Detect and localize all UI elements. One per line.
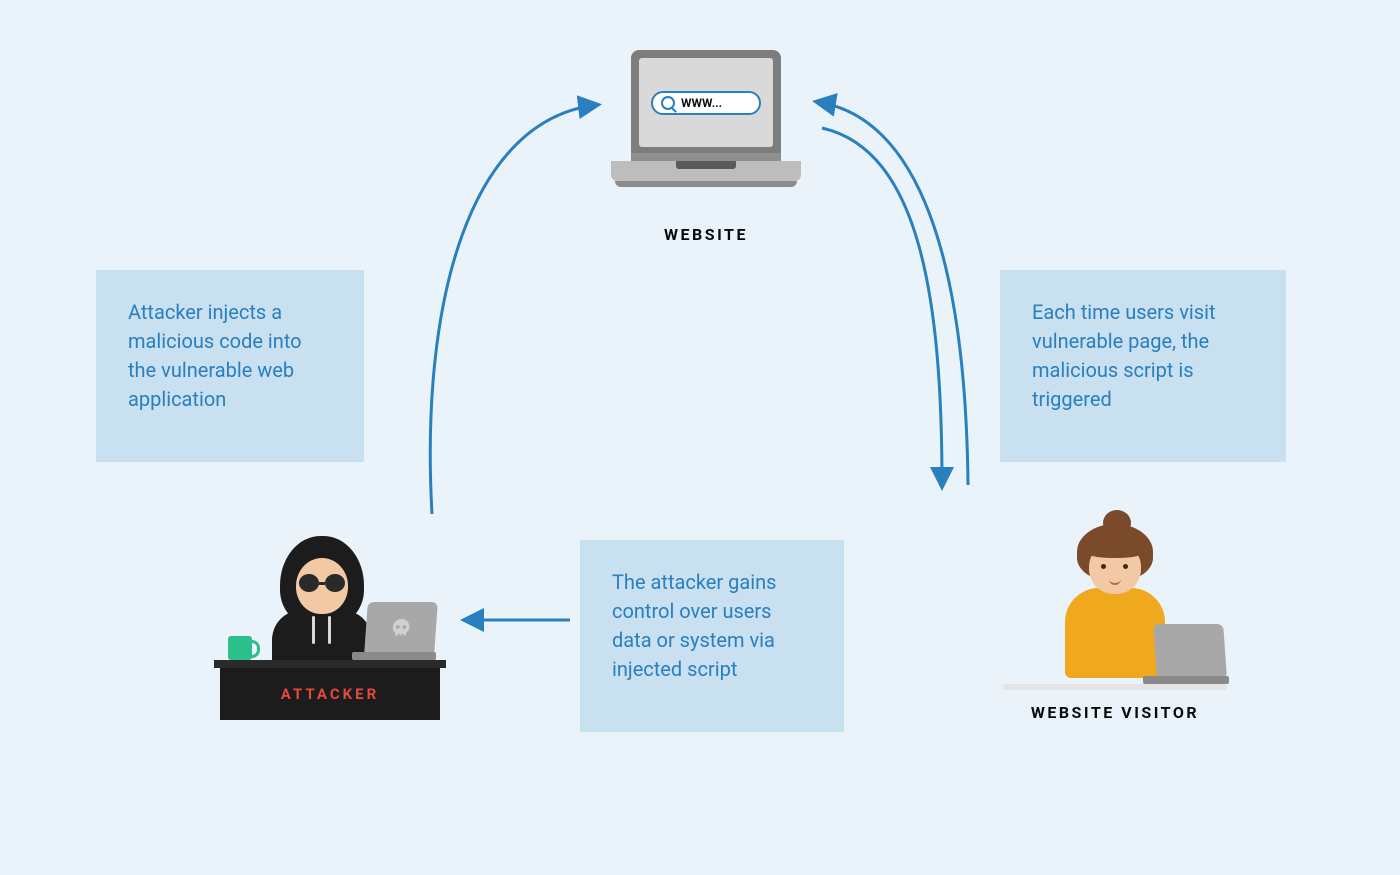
visitor-desk — [1003, 684, 1227, 690]
attacker-node: ATTACKER — [220, 510, 440, 720]
skull-icon — [389, 617, 413, 639]
url-text: WWW... — [681, 96, 722, 110]
visitor-eye — [1101, 564, 1106, 569]
website-node: WWW... — [611, 50, 801, 210]
diagram-canvas: WWW... WEBSITE Attacker injects a malici… — [0, 0, 1400, 875]
laptop-hinge — [631, 153, 781, 161]
visitor-laptop — [1143, 624, 1229, 684]
laptop-screen: WWW... — [639, 58, 773, 147]
arrow-visitor-to-website — [818, 102, 968, 485]
attacker-label: ATTACKER — [281, 685, 379, 703]
hood-string — [328, 616, 331, 644]
hood-string — [312, 616, 315, 644]
arrow-website-to-visitor — [822, 128, 942, 485]
visitor-eye — [1123, 564, 1128, 569]
attacker-desk-top — [214, 660, 446, 668]
laptop-keys — [676, 161, 736, 169]
mug-icon — [228, 636, 252, 660]
website-label: WEBSITE — [611, 225, 801, 244]
visitor-laptop-base — [1143, 676, 1229, 684]
attacker-desk: ATTACKER — [220, 668, 440, 720]
visitor-node — [1015, 510, 1215, 690]
attacker-laptop — [352, 602, 436, 660]
visitor-fringe — [1085, 534, 1145, 558]
url-bar: WWW... — [651, 91, 761, 115]
search-icon — [661, 96, 675, 110]
attacker-laptop-base — [352, 652, 436, 660]
laptop-feet — [615, 181, 797, 187]
visitor-bun — [1103, 510, 1131, 536]
info-box-control: The attacker gains control over users da… — [580, 540, 844, 732]
visitor-laptop-screen — [1153, 624, 1227, 676]
attacker-laptop-screen — [364, 602, 438, 654]
sunglasses-icon — [299, 574, 345, 592]
info-box-inject: Attacker injects a malicious code into t… — [96, 270, 364, 462]
arrow-attacker-to-website — [430, 105, 596, 514]
visitor-label: WEBSITE VISITOR — [1005, 703, 1225, 722]
laptop-bezel: WWW... — [631, 50, 781, 155]
info-box-trigger: Each time users visit vulnerable page, t… — [1000, 270, 1286, 462]
